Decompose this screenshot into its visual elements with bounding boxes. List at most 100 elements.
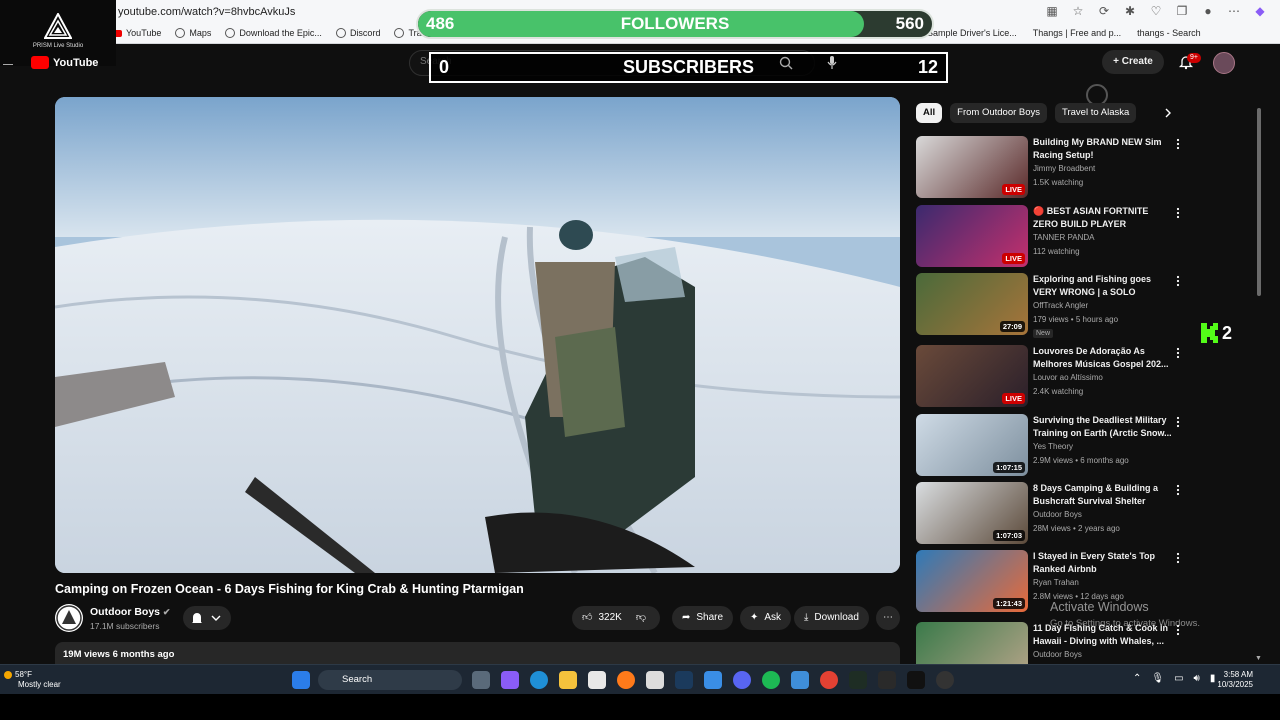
- bookmark-thangs[interactable]: Thangs | Free and p...: [1033, 24, 1121, 42]
- terminal-icon[interactable]: [849, 671, 867, 689]
- like-button[interactable]: 👍︎ 322K: [582, 606, 622, 630]
- recommendation-channel[interactable]: Ryan Trahan: [1033, 578, 1079, 587]
- recommendation-item[interactable]: LIVE Louvores De Adoração As Melhores Mús…: [916, 345, 1256, 409]
- bookmark-epic[interactable]: Download the Epic...: [225, 24, 322, 42]
- recommendation-channel[interactable]: Yes Theory: [1033, 442, 1073, 451]
- news-icon[interactable]: [646, 671, 664, 689]
- description-box[interactable]: 19M views 6 months ago: [55, 642, 900, 666]
- more-icon[interactable]: ⋯: [1226, 2, 1242, 20]
- channel-name[interactable]: Outdoor Boys ✔: [90, 606, 170, 618]
- chrome-icon[interactable]: [820, 671, 838, 689]
- tray-chevron-icon[interactable]: ⌃: [1133, 673, 1141, 684]
- more-vertical-icon[interactable]: [1174, 552, 1182, 564]
- recommendation-item[interactable]: LIVE 🔴 BEST ASIAN FORTNITE ZERO BUILD PLA…: [916, 205, 1256, 269]
- video-thumbnail[interactable]: 1:21:43: [916, 550, 1028, 612]
- more-vertical-icon[interactable]: [1174, 207, 1182, 219]
- pinned-apps: [472, 671, 954, 689]
- recommendation-channel[interactable]: Outdoor Boys: [1033, 510, 1082, 519]
- task-view-icon[interactable]: [472, 671, 490, 689]
- discord-icon[interactable]: [733, 671, 751, 689]
- recommendation-channel[interactable]: TANNER PANDA: [1033, 233, 1095, 242]
- bookmark-maps[interactable]: Maps: [175, 24, 211, 42]
- recommendation-channel[interactable]: Outdoor Boys: [1033, 650, 1082, 659]
- collections-icon[interactable]: ❐: [1174, 2, 1190, 20]
- taskbar-clock[interactable]: 3:58 AM 10/3/2025: [1213, 670, 1253, 690]
- bookmark-drivers-license[interactable]: Sample Driver's Lice...: [927, 24, 1017, 42]
- create-button[interactable]: + Create: [1102, 50, 1164, 74]
- edge-icon[interactable]: [530, 671, 548, 689]
- recommendation-title[interactable]: Surviving the Deadliest Military Trainin…: [1033, 414, 1173, 440]
- chip-all[interactable]: All: [916, 103, 943, 123]
- refresh-icon[interactable]: ⟳: [1096, 2, 1112, 20]
- account-avatar[interactable]: [1213, 52, 1235, 74]
- start-icon[interactable]: [292, 671, 310, 689]
- recommendation-title[interactable]: Louvores De Adoração As Melhores Músicas…: [1033, 345, 1173, 371]
- video-player[interactable]: [55, 97, 900, 573]
- menu-icon[interactable]: [3, 64, 13, 65]
- copilot-icon[interactable]: [501, 671, 519, 689]
- reader-icon[interactable]: ▦: [1044, 2, 1060, 20]
- subscription-bell-button[interactable]: [183, 606, 231, 630]
- profile-icon[interactable]: ●: [1200, 2, 1216, 20]
- channel-avatar[interactable]: [55, 604, 83, 632]
- youtube-logo[interactable]: YouTube: [31, 56, 98, 69]
- spotify-icon[interactable]: [762, 671, 780, 689]
- chip-from-outdoor-boys[interactable]: From Outdoor Boys: [950, 103, 1048, 123]
- steam-icon[interactable]: [675, 671, 693, 689]
- dislike-button[interactable]: 👎︎: [636, 606, 646, 630]
- copilot-icon[interactable]: ◆: [1252, 2, 1268, 20]
- more-vertical-icon[interactable]: [1174, 138, 1182, 150]
- more-vertical-icon[interactable]: [1174, 484, 1182, 496]
- microphone-tray-icon[interactable]: 🎙︎: [1151, 673, 1164, 684]
- firefox-icon[interactable]: [617, 671, 635, 689]
- bookmark-thangs-search[interactable]: thangs - Search: [1137, 24, 1201, 42]
- recommendation-item[interactable]: 1:07:03 8 Days Camping & Building a Bushc…: [916, 482, 1256, 546]
- more-vertical-icon[interactable]: [1174, 416, 1182, 428]
- scroll-down-arrow-icon[interactable]: ▼: [1255, 655, 1262, 662]
- video-thumbnail[interactable]: LIVE: [916, 205, 1028, 267]
- ask-button[interactable]: ✦ Ask: [740, 606, 792, 630]
- video-thumbnail[interactable]: 1:07:15: [916, 414, 1028, 476]
- video-thumbnail[interactable]: 1:07:03: [916, 482, 1028, 544]
- recommendation-title[interactable]: I Stayed in Every State's Top Ranked Air…: [1033, 550, 1173, 576]
- chevron-right-icon[interactable]: [1162, 107, 1174, 119]
- recommendation-channel[interactable]: Jimmy Broadbent: [1033, 164, 1095, 173]
- recommendation-item[interactable]: LIVE Building My BRAND NEW Sim Racing Set…: [916, 136, 1256, 200]
- search-icon[interactable]: [779, 56, 793, 70]
- photos-icon[interactable]: [791, 671, 809, 689]
- network-icon[interactable]: ▭: [1174, 673, 1183, 684]
- download-button[interactable]: ⤓ Download: [794, 606, 869, 630]
- bookmark-youtube[interactable]: YouTube: [112, 24, 161, 42]
- extensions-icon[interactable]: ✱: [1122, 2, 1138, 20]
- windows-taskbar: 58°F Mostly clear Search ⌃ 🎙︎ ▭ 🔊︎ ▮ 3:5…: [0, 664, 1280, 694]
- share-button[interactable]: ➦ Share: [672, 606, 734, 630]
- app-icon[interactable]: [704, 671, 722, 689]
- video-thumbnail[interactable]: 27:09: [916, 273, 1028, 335]
- calendar-icon[interactable]: [588, 671, 606, 689]
- bookmark-discord[interactable]: Discord: [335, 24, 380, 42]
- microphone-icon[interactable]: [825, 55, 839, 71]
- bookmark-star-icon[interactable]: ☆: [1070, 2, 1086, 20]
- recommendation-title[interactable]: Building My BRAND NEW Sim Racing Setup!: [1033, 136, 1173, 162]
- recommendation-title[interactable]: 8 Days Camping & Building a Bushcraft Su…: [1033, 482, 1173, 509]
- favorites-icon[interactable]: ♡: [1148, 2, 1164, 20]
- tiktok-icon[interactable]: [907, 671, 925, 689]
- sidebar-scrollbar[interactable]: [1257, 108, 1261, 296]
- weather-widget[interactable]: 58°F Mostly clear: [4, 670, 61, 690]
- recommendation-channel[interactable]: OffTrack Angler: [1033, 301, 1088, 310]
- file-explorer-icon[interactable]: [559, 671, 577, 689]
- recommendation-title[interactable]: Exploring and Fishing goes VERY WRONG | …: [1033, 273, 1173, 300]
- taskbar-search[interactable]: Search: [318, 670, 462, 690]
- more-vertical-icon[interactable]: [1174, 347, 1182, 359]
- recommendation-channel[interactable]: Louvor ao Altíssimo: [1033, 373, 1103, 382]
- prism-app-icon[interactable]: [936, 671, 954, 689]
- chip-travel-to-alaska[interactable]: Travel to Alaska: [1055, 103, 1137, 123]
- recommendation-item[interactable]: 1:07:15 Surviving the Deadliest Military …: [916, 414, 1256, 478]
- video-thumbnail[interactable]: LIVE: [916, 345, 1028, 407]
- recommendation-title[interactable]: 🔴 BEST ASIAN FORTNITE ZERO BUILD PLAYER: [1033, 205, 1173, 231]
- video-thumbnail[interactable]: LIVE: [916, 136, 1028, 198]
- more-actions-button[interactable]: ⋯: [876, 606, 900, 630]
- volume-icon[interactable]: 🔊︎: [1194, 673, 1200, 684]
- epic-games-icon[interactable]: [878, 671, 896, 689]
- more-vertical-icon[interactable]: [1174, 275, 1182, 287]
